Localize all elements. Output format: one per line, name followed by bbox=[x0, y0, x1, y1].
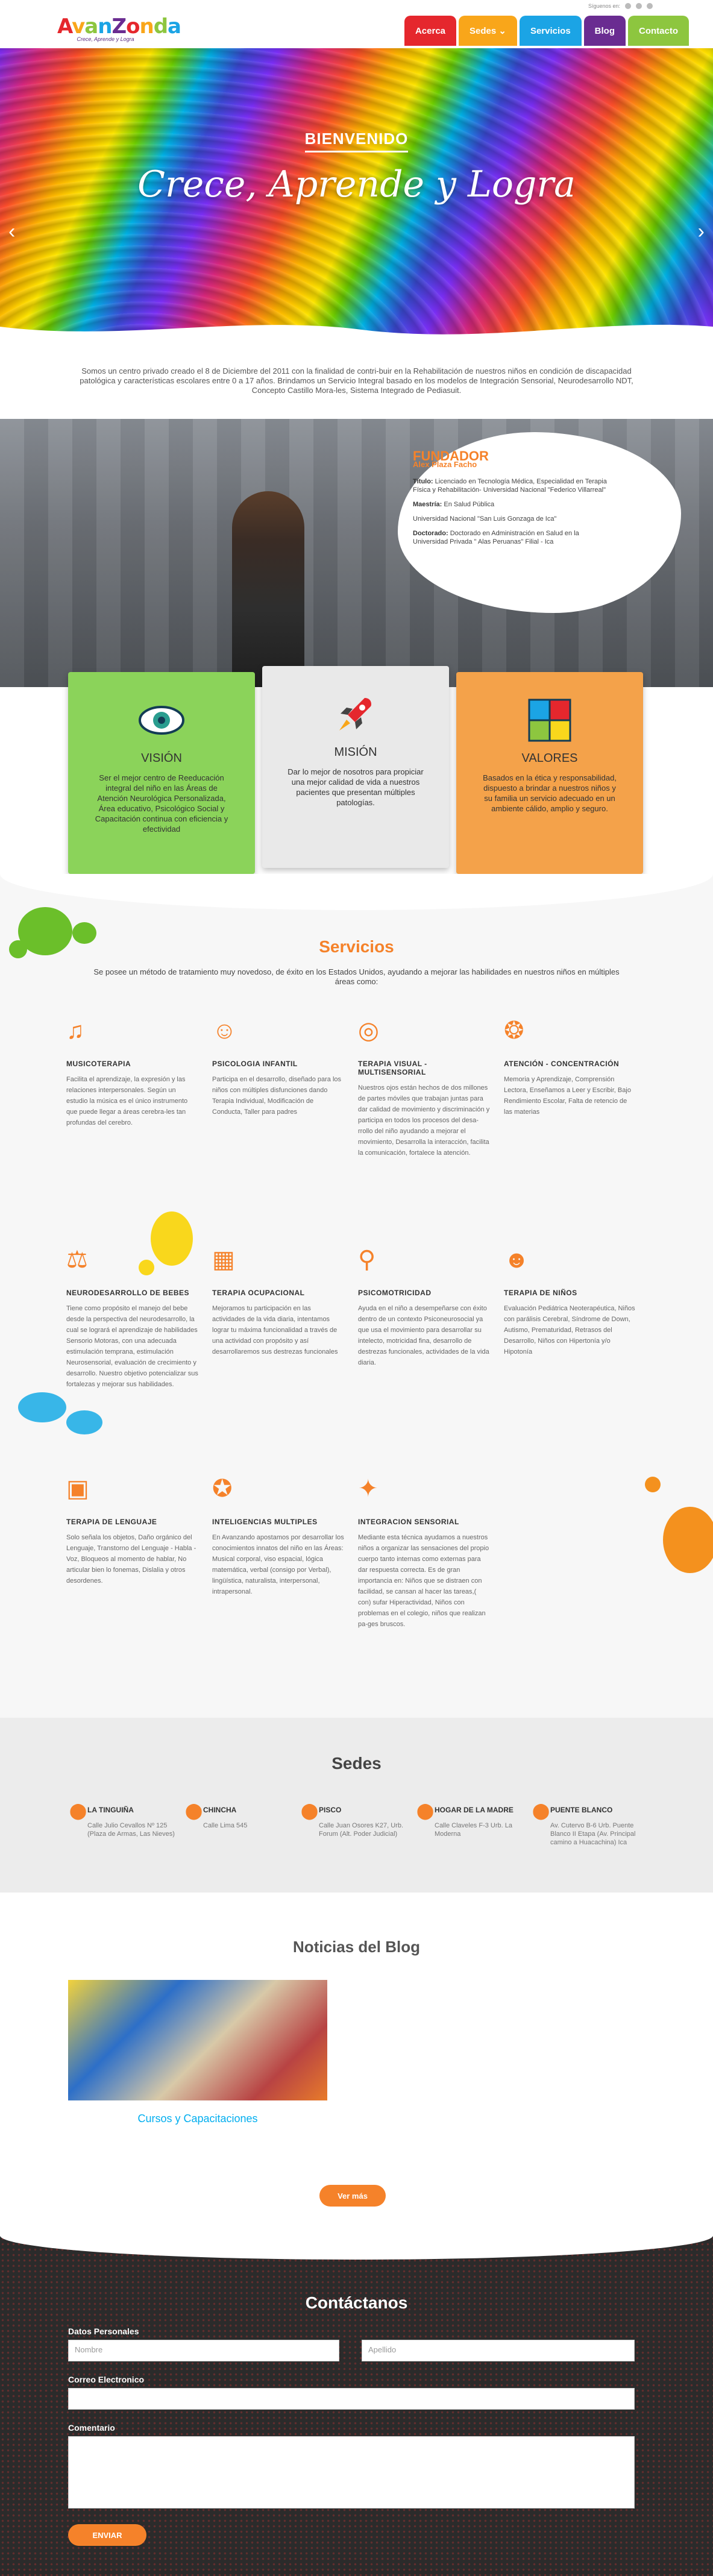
comment-field[interactable] bbox=[68, 2436, 635, 2508]
service-item: ◎ TERAPIA VISUAL - MULTISENSORIAL Nuestros… bbox=[358, 1013, 503, 1242]
founder-name: Alex Plaza Facho bbox=[413, 460, 477, 469]
lightbulb-head-icon: ✪ bbox=[212, 1475, 233, 1502]
nav-contacto[interactable]: Contacto bbox=[628, 16, 689, 46]
founder-title: Título: Licenciado en Tecnología Médica,… bbox=[413, 478, 607, 494]
brain-icon: ❂ bbox=[504, 1017, 524, 1044]
service-item: ✦ INTEGRACION SENSORIAL Mediante esta técn… bbox=[358, 1471, 503, 1700]
eye-icon bbox=[137, 696, 186, 744]
map-pin-icon: ⬤ bbox=[416, 1802, 435, 1820]
hero-title: Crece, Aprende y Logra bbox=[137, 163, 576, 206]
location-item[interactable]: ⬤ PISCO Calle Juan Osores K27, Urb. Forum … bbox=[301, 1802, 409, 1847]
card-valores: VALORES Basados en la ética y responsabi… bbox=[456, 672, 643, 874]
service-item: ❂ ATENCIÓN - CONCENTRACIÓN Memoria y Apren… bbox=[504, 1013, 649, 1242]
logo[interactable]: AvanZonda Crece, Aprende y Logra bbox=[57, 14, 181, 46]
founder-info: FUNDADOR Alex Plaza Facho Título: Licenc… bbox=[413, 448, 612, 552]
personal-data-label: Datos Personales bbox=[68, 2326, 139, 2336]
card-vision-title: VISIÓN bbox=[141, 752, 182, 765]
comment-label: Comentario bbox=[68, 2423, 115, 2433]
nav-servicios[interactable]: Servicios bbox=[519, 16, 582, 46]
nav-sedes[interactable]: Sedes ⌄ bbox=[459, 16, 517, 46]
founder-doctorate: Doctorado: Doctorado en Administración e… bbox=[413, 530, 579, 545]
orange-paint-splash bbox=[663, 1507, 713, 1573]
map-pin-icon: ⬤ bbox=[532, 1802, 550, 1820]
hero-wave bbox=[0, 324, 713, 344]
hero-kicker: BIENVENIDO bbox=[304, 130, 409, 152]
card-mision: MISIÓN Dar lo mejor de nosotros para pro… bbox=[262, 666, 449, 868]
blue-paint-splash bbox=[18, 1392, 66, 1422]
service-item: ☺ PSICOLOGIA INFANTIL Participa en el desa… bbox=[212, 1013, 357, 1242]
puzzle-icon bbox=[526, 696, 574, 744]
card-mision-title: MISIÓN bbox=[334, 746, 377, 759]
slider-next-icon[interactable]: › bbox=[698, 220, 705, 243]
instagram-icon[interactable] bbox=[647, 3, 653, 9]
founder-masters: Maestría: En Salud Pública bbox=[413, 501, 495, 508]
intro-text: Somos un centro privado creado el 8 de D… bbox=[80, 366, 633, 395]
services-section: Servicios Se posee un método de tratamie… bbox=[0, 874, 713, 1718]
facebook-icon[interactable] bbox=[625, 3, 631, 9]
map-pin-icon: ⬤ bbox=[69, 1802, 87, 1820]
services-title: Servicios bbox=[319, 937, 394, 956]
founder-photo bbox=[232, 491, 304, 687]
bicycle-icon: ⚲ bbox=[358, 1246, 376, 1273]
blog-title: Noticias del Blog bbox=[293, 1938, 420, 1956]
card-vision-text: Ser el mejor centro de Reeducación integ… bbox=[95, 773, 228, 834]
service-item: ☻ TERAPIA DE NIÑOS Evaluación Pediátrica N… bbox=[504, 1242, 649, 1471]
values-cards: VISIÓN Ser el mejor centro de Reeducació… bbox=[68, 666, 647, 874]
service-item: ▦ TERAPIA OCUPACIONAL Mejoramos tu partici… bbox=[212, 1242, 357, 1471]
card-valores-text: Basados en la ética y responsabilidad, d… bbox=[483, 773, 617, 813]
blocks-icon: ▦ bbox=[212, 1246, 235, 1273]
last-name-field[interactable]: Apellido bbox=[362, 2340, 635, 2361]
service-item: ▣ TERAPIA DE LENGUAJE Solo señala los obje… bbox=[66, 1471, 211, 1700]
nav-acerca[interactable]: Acerca bbox=[404, 16, 457, 46]
first-name-field[interactable]: Nombre bbox=[68, 2340, 339, 2361]
map-pin-icon: ⬤ bbox=[185, 1802, 203, 1820]
founder-heading: FUNDADOR bbox=[413, 448, 489, 463]
send-button[interactable]: ENVIAR bbox=[68, 2524, 146, 2546]
eye-icon: ◎ bbox=[358, 1017, 379, 1044]
card-mision-text: Dar lo mejor de nosotros para propiciar … bbox=[287, 767, 424, 807]
locations-section: Sedes ⬤ LA TINGUIÑA Calle Julio Cevallos N… bbox=[0, 1718, 713, 1893]
email-label: Correo Electronico bbox=[68, 2375, 145, 2384]
service-item: ✪ INTELIGENCIAS MULTIPLES En Avanzando apo… bbox=[212, 1471, 357, 1700]
main-nav: Acerca Sedes ⌄ Servicios Blog Contacto bbox=[404, 16, 689, 46]
site-header: AvanZonda Crece, Aprende y Logra Acerca … bbox=[0, 12, 713, 48]
follow-label: Síguenos en: bbox=[588, 3, 620, 9]
location-item[interactable]: ⬤ LA TINGUIÑA Calle Julio Cevallos Nº 125 … bbox=[69, 1802, 178, 1847]
map-pin-icon: ⬤ bbox=[301, 1802, 319, 1820]
email-field[interactable] bbox=[68, 2388, 635, 2410]
twitter-icon[interactable] bbox=[636, 3, 642, 9]
slider-prev-icon[interactable]: ‹ bbox=[8, 220, 15, 243]
service-item: ⚲ PSICOMOTRICIDAD Ayuda en el niño a desem… bbox=[358, 1242, 503, 1471]
top-bar: Síguenos en: bbox=[0, 0, 713, 12]
services-subtitle: Se posee un método de tratamiento muy no… bbox=[93, 967, 620, 986]
services-grid: ♫ MUSICOTERAPIA Facilita el aprendizaje, l… bbox=[66, 1013, 651, 1700]
founder-section: FUNDADOR Alex Plaza Facho Título: Licenc… bbox=[0, 419, 713, 687]
card-vision: VISIÓN Ser el mejor centro de Reeducació… bbox=[68, 672, 255, 874]
guitar-icon: ♫ bbox=[66, 1017, 84, 1044]
service-item: ♫ MUSICOTERAPIA Facilita el aprendizaje, l… bbox=[66, 1013, 211, 1242]
founder-university: Universidad Nacional "San Luis Gonzaga d… bbox=[413, 515, 557, 523]
locations-list: ⬤ LA TINGUIÑA Calle Julio Cevallos Nº 125 … bbox=[69, 1802, 648, 1847]
locations-title: Sedes bbox=[331, 1754, 382, 1773]
see-more-button[interactable]: Ver más bbox=[319, 2185, 386, 2207]
blog-post-title[interactable]: Cursos y Capacitaciones bbox=[68, 2113, 327, 2125]
mobile-toy-icon: ⚖ bbox=[66, 1246, 88, 1273]
blog-post-image[interactable] bbox=[68, 1980, 327, 2100]
nav-blog[interactable]: Blog bbox=[583, 16, 626, 46]
hero-slider: ‹ › BIENVENIDO Crece, Aprende y Logra bbox=[0, 48, 713, 344]
sensory-icon: ✦ bbox=[358, 1475, 378, 1502]
contact-title: Contáctanos bbox=[305, 2293, 408, 2312]
location-item[interactable]: ⬤ HOGAR DE LA MADRE Calle Claveles F-3 Urb… bbox=[416, 1802, 525, 1847]
location-item[interactable]: ⬤ CHINCHA Calle Lima 545 bbox=[185, 1802, 294, 1847]
abc-blocks-icon: ▣ bbox=[66, 1475, 89, 1502]
rocket-icon bbox=[331, 690, 380, 738]
card-valores-title: VALORES bbox=[521, 752, 578, 765]
head-icon: ☺ bbox=[212, 1017, 237, 1044]
contact-section: Contáctanos Datos Personales Nombre Apel… bbox=[0, 2235, 713, 2576]
children-icon: ☻ bbox=[504, 1246, 530, 1273]
service-item: ⚖ NEURODESARROLLO DE BEBES Tiene como prop… bbox=[66, 1242, 211, 1471]
location-item[interactable]: ⬤ PUENTE BLANCO Av. Cutervo B-6 Urb. Puent… bbox=[532, 1802, 641, 1847]
